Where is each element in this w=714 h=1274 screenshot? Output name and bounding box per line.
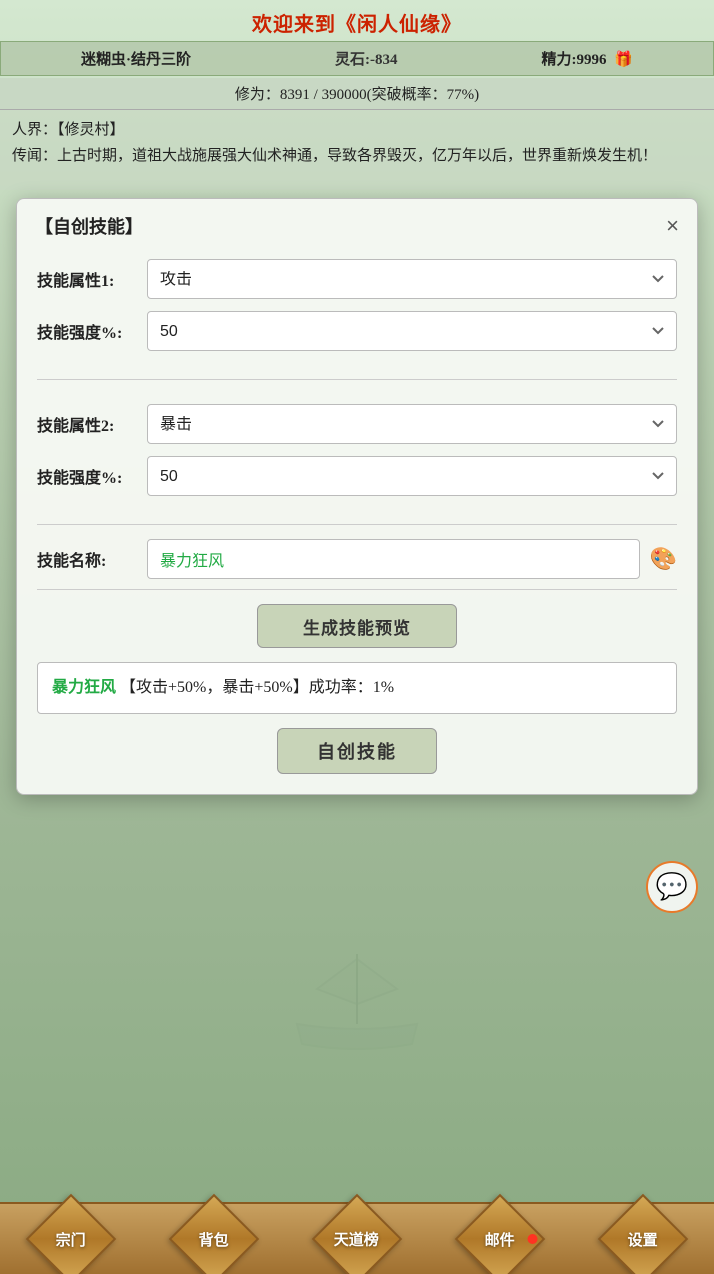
attr1-section: 技能属性1: 攻击 防御 速度 生命 技能强度%: 10203040 50607… (17, 249, 697, 373)
nav-diamond-clan: 宗门 (26, 1194, 117, 1274)
section-divider-1 (37, 379, 677, 380)
nav-label-mail: 邮件 (485, 1228, 515, 1249)
strength2-row: 技能强度%: 10203040 5060708090100 (37, 456, 677, 496)
nav-item-ranking[interactable]: 天道榜 (325, 1207, 389, 1271)
nav-item-clan[interactable]: 宗门 (39, 1207, 103, 1271)
ship-decoration (257, 924, 457, 1074)
strength2-select[interactable]: 10203040 5060708090100 (147, 456, 677, 496)
attr2-section: 技能属性2: 暴击 攻击 防御 速度 技能强度%: 10203040 50607… (17, 394, 697, 518)
stamina-status: 精力:9996 🎁 (542, 48, 633, 69)
middle-area: 💬 (0, 803, 714, 923)
palette-button[interactable]: 🎨 (650, 546, 677, 572)
skill-name-label: 技能名称: (37, 547, 147, 571)
strength1-select[interactable]: 10203040 5060708090100 (147, 311, 677, 351)
skill-name-input[interactable] (147, 539, 640, 579)
attr1-select[interactable]: 攻击 防御 速度 生命 (147, 259, 677, 299)
spirit-stone-status: 灵石:-834 (335, 48, 398, 69)
nav-label-bag: 背包 (199, 1228, 229, 1249)
attr2-label: 技能属性2: (37, 412, 147, 436)
section-divider-2 (37, 524, 677, 525)
generate-preview-button[interactable]: 生成技能预览 (257, 604, 457, 648)
chat-icon: 💬 (656, 872, 688, 902)
nav-diamond-ranking: 天道榜 (312, 1194, 403, 1274)
game-title: 欢迎来到《闲人仙缘》 (252, 14, 462, 36)
world-info: 人界：【修灵村】 传闻：上古时期，道祖大战施展强大仙术神通，导致各界毁灭，亿万年… (0, 110, 714, 190)
cultivation-bar: 修为：8391 / 390000(突破概率：77%) (0, 78, 714, 110)
status-bar: 迷糊虫·结丹三阶 灵石:-834 精力:9996 🎁 (0, 41, 714, 76)
level-status: 迷糊虫·结丹三阶 (81, 48, 191, 69)
nav-label-settings: 设置 (628, 1228, 658, 1249)
lore-text: 传闻：上古时期，道祖大战施展强大仙术神通，导致各界毁灭，亿万年以后，世界重新焕发… (12, 144, 702, 170)
attr2-select[interactable]: 暴击 攻击 防御 速度 (147, 404, 677, 444)
preview-skill-name: 暴力狂风 (52, 679, 116, 696)
nav-item-mail[interactable]: 邮件 (468, 1207, 532, 1271)
preview-box: 暴力狂风 【攻击+50%，暴击+50%】成功率：1% (37, 662, 677, 714)
chat-button[interactable]: 💬 (646, 861, 698, 913)
nav-diamond-mail: 邮件 (455, 1194, 546, 1274)
nav-item-settings[interactable]: 设置 (611, 1207, 675, 1271)
bottom-nav: 宗门 背包 天道榜 邮件 设置 (0, 1202, 714, 1274)
attr1-row: 技能属性1: 攻击 防御 速度 生命 (37, 259, 677, 299)
strength2-label: 技能强度%: (37, 464, 147, 488)
attr1-label: 技能属性1: (37, 267, 147, 291)
strength1-label: 技能强度%: (37, 319, 147, 343)
gift-icon[interactable]: 🎁 (614, 52, 633, 68)
modal-title: 【自创技能】 (35, 213, 143, 239)
nav-item-bag[interactable]: 背包 (182, 1207, 246, 1271)
nav-label-clan: 宗门 (56, 1228, 86, 1249)
section-divider-3 (37, 589, 677, 590)
nav-label-ranking: 天道榜 (334, 1228, 379, 1249)
title-bar: 欢迎来到《闲人仙缘》 (0, 0, 714, 41)
close-button[interactable]: × (666, 215, 679, 237)
location-text: 人界：【修灵村】 (12, 118, 702, 144)
skill-creation-modal: 【自创技能】 × 技能属性1: 攻击 防御 速度 生命 技能强度%: 10203… (16, 198, 698, 795)
attr2-row: 技能属性2: 暴击 攻击 防御 速度 (37, 404, 677, 444)
preview-detail-text: 【攻击+50%，暴击+50%】成功率：1% (120, 679, 394, 696)
nav-diamond-settings: 设置 (597, 1194, 688, 1274)
nav-diamond-bag: 背包 (169, 1194, 260, 1274)
create-skill-button[interactable]: 自创技能 (277, 728, 437, 774)
skill-name-section: 技能名称: 🎨 (37, 539, 677, 579)
modal-header: 【自创技能】 × (17, 199, 697, 249)
strength1-row: 技能强度%: 10203040 5060708090100 (37, 311, 677, 351)
mail-badge (525, 1232, 539, 1246)
